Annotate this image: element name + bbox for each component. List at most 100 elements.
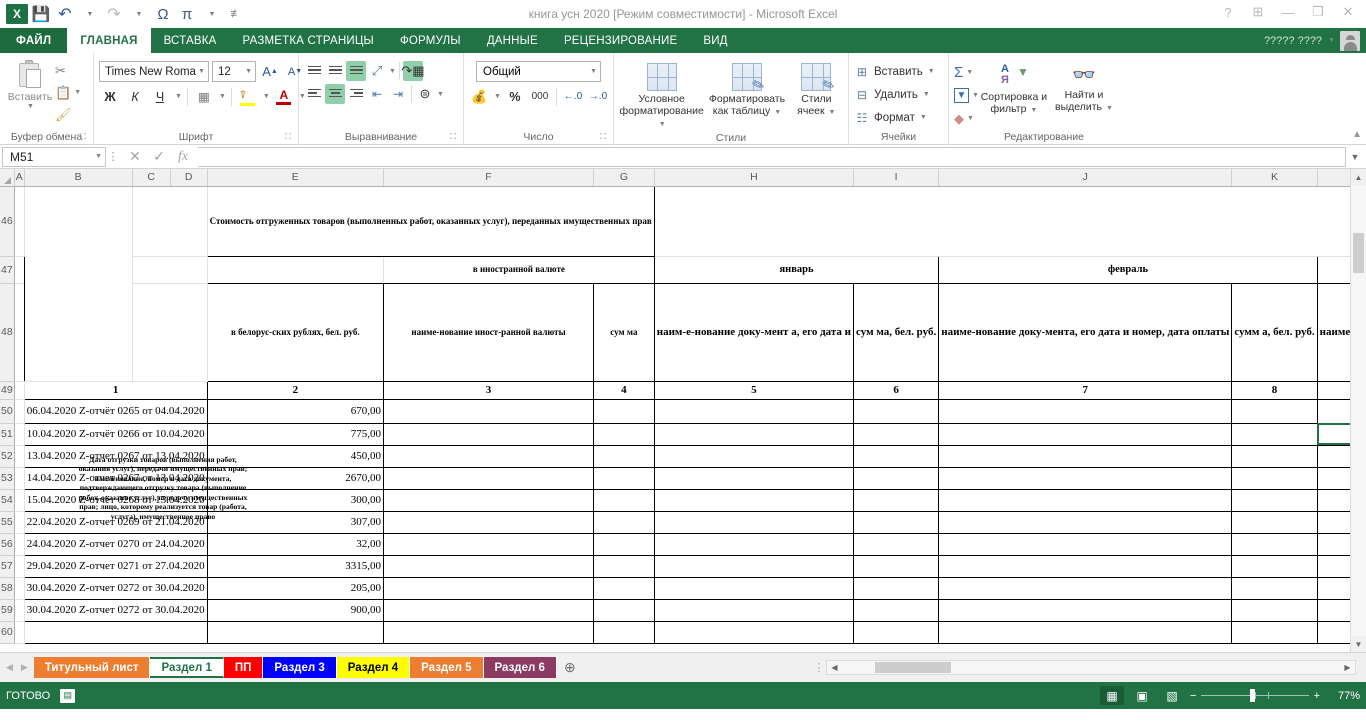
find-select-button[interactable]: 👓 Найти и выделить ▼ xyxy=(1049,60,1119,115)
table-row[interactable]: 54 15.04.2020 Z-отчёт 0268 от 15.04.2020 3… xyxy=(0,488,1366,512)
cell-F50[interactable]: 670,00 xyxy=(206,398,384,424)
cell-L52[interactable] xyxy=(1231,444,1318,468)
cell-B56[interactable]: 24.04.2020 Z-отчет 0270 от 24.04.2020 xyxy=(23,532,208,556)
tab-home[interactable]: ГЛАВНАЯ xyxy=(67,28,151,53)
cell-K59[interactable] xyxy=(938,598,1233,622)
cell-num-1[interactable]: 1 xyxy=(23,380,208,400)
cancel-formula-icon[interactable]: ✕ xyxy=(124,148,146,165)
vertical-scrollbar[interactable]: ▲ ▼ xyxy=(1350,169,1366,652)
cell-num-3[interactable]: 3 xyxy=(382,380,595,400)
row-header-56[interactable]: 56 xyxy=(0,533,15,556)
table-row[interactable]: 47 в иностранной валюте январь февраль м… xyxy=(0,255,1366,284)
cell-I54[interactable] xyxy=(653,488,854,512)
cell-A46[interactable] xyxy=(14,186,25,257)
cell-K51[interactable] xyxy=(938,422,1233,446)
cell-K53[interactable] xyxy=(938,466,1233,490)
number-format-combo[interactable]: Общий ▼ xyxy=(476,61,601,82)
row-header-58[interactable]: 58 xyxy=(0,577,15,600)
row-header-47[interactable]: 47 xyxy=(0,256,15,284)
cell-A47[interactable] xyxy=(14,256,25,284)
table-row[interactable]: 46 Стоимость отгруженных товаров (выполн… xyxy=(0,185,1366,382)
cell-B55[interactable]: 22.04.2020 Z-отчет 0269 от 21.04.2020 xyxy=(23,510,208,534)
orientation-icon[interactable]: ⤢ xyxy=(367,61,387,81)
row-header-49[interactable]: 49 xyxy=(0,381,15,400)
row-header-59[interactable]: 59 xyxy=(0,599,15,622)
row-header-48[interactable]: 48 xyxy=(0,283,15,382)
cell-H56[interactable] xyxy=(593,532,655,556)
cell-F60[interactable] xyxy=(206,620,384,644)
increase-font-size-button[interactable]: A ▲ xyxy=(259,61,281,82)
merge-dropdown-icon[interactable]: ▼ xyxy=(437,91,444,98)
align-top-icon[interactable] xyxy=(304,61,324,81)
align-middle-icon[interactable] xyxy=(325,61,345,81)
vertical-scroll-thumb[interactable] xyxy=(1353,233,1364,273)
cell-cost-group-header[interactable]: Стоимость отгруженных товаров (выполненн… xyxy=(206,185,655,257)
cell-A53[interactable] xyxy=(14,467,25,490)
close-button[interactable]: ✕ xyxy=(1334,2,1362,22)
add-sheet-button[interactable]: ⊕ xyxy=(557,659,583,676)
scroll-right-icon[interactable]: ▶ xyxy=(1340,663,1355,672)
avatar[interactable] xyxy=(1340,30,1360,51)
cell-B54[interactable]: 15.04.2020 Z-отчёт 0268 от 15.04.2020 xyxy=(23,488,208,512)
cell-B46[interactable] xyxy=(23,185,133,382)
tab-file[interactable]: ФАЙЛ xyxy=(0,28,68,53)
cell-L54[interactable] xyxy=(1231,488,1318,512)
align-bottom-icon[interactable] xyxy=(346,61,366,81)
cell-B58[interactable]: 30.04.2020 Z-отчет 0272 от 30.04.2020 xyxy=(23,576,208,600)
cell-H55[interactable] xyxy=(593,510,655,534)
cell-sum-foreign-header[interactable]: сум ма xyxy=(593,282,655,382)
cell-H50[interactable] xyxy=(593,398,655,424)
cell-F47[interactable] xyxy=(206,256,384,284)
cell-I57[interactable] xyxy=(653,554,854,578)
cell-K54[interactable] xyxy=(938,488,1233,512)
row-header-60[interactable]: 60 xyxy=(0,621,15,644)
cell-J56[interactable] xyxy=(852,532,940,556)
cell-I50[interactable] xyxy=(653,398,854,424)
cell-J54[interactable] xyxy=(852,488,940,512)
increase-indent-icon[interactable]: ⇥ xyxy=(388,84,408,104)
zoom-out-button[interactable]: − xyxy=(1190,690,1196,702)
cell-F56[interactable]: 32,00 xyxy=(206,532,384,556)
number-format-dropdown-icon[interactable]: ▼ xyxy=(590,68,597,75)
cell-num-4[interactable]: 4 xyxy=(593,380,655,400)
expand-formula-bar-icon[interactable]: ▼ xyxy=(1346,152,1364,162)
sort-filter-button[interactable]: A Я ▼ Сортировка и фильтр ▼ xyxy=(979,60,1049,117)
merge-cells-icon[interactable]: ⊜ xyxy=(415,84,435,104)
row-header-50[interactable]: 50 xyxy=(0,399,15,424)
font-name-combo[interactable]: Times New Roma ▼ xyxy=(99,61,209,82)
cell-B51[interactable]: 10.04.2020 Z-отчёт 0266 от 10.04.2020 xyxy=(23,422,208,446)
table-row[interactable]: 59 30.04.2020 Z-отчет 0272 от 30.04.2020 9… xyxy=(0,598,1366,622)
cell-num-8[interactable]: 8 xyxy=(1231,380,1318,400)
bold-button[interactable]: Ж xyxy=(99,86,121,107)
customize-qat-icon[interactable]: ≢ xyxy=(225,3,247,25)
omega-icon[interactable]: Ω xyxy=(152,3,174,25)
cell-K52[interactable] xyxy=(938,444,1233,468)
format-as-table-button[interactable]: ✎ Форматировать как таблицу ▼ xyxy=(705,60,789,119)
comma-style-icon[interactable]: 000 xyxy=(529,86,551,107)
cell-february-header[interactable]: февраль xyxy=(938,255,1318,284)
italic-button[interactable]: К xyxy=(124,86,146,107)
macro-record-icon[interactable]: ▤ xyxy=(60,688,76,703)
cell-F53[interactable]: 2670,00 xyxy=(206,466,384,490)
font-dialog-launcher-icon[interactable]: ⛶ xyxy=(285,129,291,144)
fill-color-dropdown-icon[interactable]: ▼ xyxy=(263,93,270,100)
col-header-B[interactable]: B xyxy=(24,169,133,187)
col-header-E[interactable]: E xyxy=(207,169,384,187)
sheet-tab-1[interactable]: Титульный лист xyxy=(33,657,151,678)
table-row[interactable]: 56 24.04.2020 Z-отчет 0270 от 24.04.2020 3… xyxy=(0,532,1366,556)
sheet-tab-7[interactable]: Раздел 6 xyxy=(483,657,557,678)
decrease-indent-icon[interactable]: ⇤ xyxy=(367,84,387,104)
cell-K60[interactable] xyxy=(938,620,1233,644)
cell-J59[interactable] xyxy=(852,598,940,622)
col-header-F[interactable]: F xyxy=(383,169,595,187)
col-header-G[interactable]: G xyxy=(593,169,655,187)
cell-G51[interactable] xyxy=(382,422,595,446)
number-dialog-launcher-icon[interactable]: ⛶ xyxy=(600,129,606,144)
cell-A57[interactable] xyxy=(14,555,25,578)
insert-cells-button[interactable]: ⊞ Вставить ▼ xyxy=(854,60,935,83)
row-header-55[interactable]: 55 xyxy=(0,511,15,534)
cell-doc-name-feb-header[interactable]: наиме-нование доку-мента, его дата и ном… xyxy=(938,282,1233,382)
table-row[interactable]: 55 22.04.2020 Z-отчет 0269 от 21.04.2020 3… xyxy=(0,510,1366,534)
cell-G54[interactable] xyxy=(382,488,595,512)
col-header-D[interactable]: D xyxy=(170,169,208,187)
